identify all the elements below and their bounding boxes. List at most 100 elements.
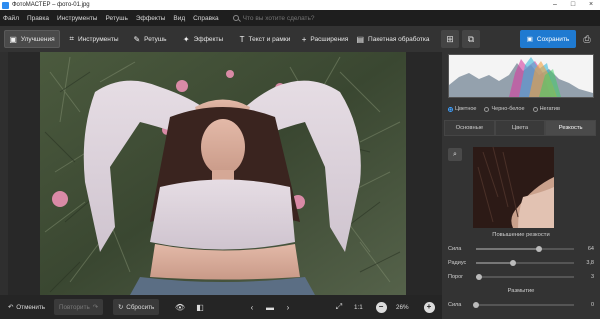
tab-text-frames[interactable]: T Текст и рамки: [234, 30, 296, 48]
print-button[interactable]: ⎙: [580, 30, 594, 48]
redo-button[interactable]: Повторить ↷: [54, 299, 104, 315]
left-collapse-strip[interactable]: [0, 52, 8, 295]
zoom-in-button[interactable]: +: [421, 299, 437, 315]
menu-tools[interactable]: Инструменты: [57, 15, 98, 22]
tab-colors[interactable]: Цвета: [494, 120, 546, 136]
fit-to-screen-button[interactable]: ⤢: [331, 299, 347, 315]
reset-button[interactable]: ↻ Сбросить: [113, 299, 160, 315]
redo-icon: ↷: [92, 303, 99, 311]
radio-dot: [484, 106, 490, 112]
slider-track[interactable]: [473, 302, 574, 308]
slider-track[interactable]: [476, 246, 574, 252]
slider-knob[interactable]: [473, 302, 479, 308]
add-photo-button[interactable]: ⊞: [441, 30, 459, 48]
color-mode-group: Цветное Черно-белое Негатив: [448, 104, 594, 114]
zoom-level-label: 26%: [396, 303, 409, 311]
radio-dot: [532, 106, 538, 112]
undo-button[interactable]: ↶ Отменить: [8, 299, 45, 315]
tab-label: Расширения: [310, 35, 349, 43]
print-icon: ⎙: [583, 33, 591, 44]
tab-sharpness[interactable]: Резкость: [545, 120, 597, 136]
tab-extensions[interactable]: + Расширения: [300, 30, 350, 48]
fit-screen-icon: ⤢: [335, 302, 343, 311]
compare-button[interactable]: ⧉: [462, 30, 480, 48]
batch-icon: ▤: [356, 34, 365, 44]
radio-negative[interactable]: Негатив: [532, 106, 560, 112]
undo-label: Отменить: [16, 303, 46, 311]
tab-enhancements[interactable]: ▣ Улучшения: [4, 30, 60, 48]
radio-color[interactable]: Цветное: [448, 106, 476, 112]
preview-toggle-button[interactable]: 👁: [172, 299, 188, 315]
enhance-icon: ▣: [9, 34, 17, 44]
reset-label: Сбросить: [126, 303, 155, 311]
slider-label: Сила: [448, 246, 462, 252]
tab-batch[interactable]: ▤ Пакетная обработка: [356, 30, 430, 48]
slider-sharpen-radius[interactable]: Радиус 3,8: [448, 258, 594, 268]
open-folder-button[interactable]: ▬: [262, 299, 278, 315]
app-logo-icon: [2, 1, 9, 9]
search-icon: [232, 15, 239, 21]
maximize-icon[interactable]: □: [564, 0, 582, 10]
search-box[interactable]: [232, 14, 363, 22]
radio-bw[interactable]: Черно-белое: [484, 106, 525, 112]
tab-basic[interactable]: Основные: [444, 120, 495, 136]
prev-photo-button[interactable]: ‹: [244, 299, 260, 315]
sharpen-section-title: Повышение резкости: [492, 232, 550, 238]
menu-effects[interactable]: Эффекты: [136, 15, 166, 22]
menu-retouch[interactable]: Ретушь: [105, 15, 127, 22]
magic-wand-icon: ✦: [182, 34, 190, 44]
radio-label: Негатив: [539, 106, 560, 112]
menu-bar: Файл Правка Инструменты Ретушь Эффекты В…: [0, 10, 600, 26]
tab-retouch[interactable]: ✎ Ретушь: [128, 30, 172, 48]
slider-track[interactable]: [475, 274, 574, 280]
close-icon[interactable]: ×: [582, 0, 600, 10]
minimize-icon[interactable]: –: [546, 0, 564, 10]
main-toolbar: ▣ Улучшения ⌗ Инструменты ✎ Ретушь ✦ Эфф…: [0, 26, 600, 52]
canvas-area: [0, 52, 442, 295]
slider-label: Радиус: [448, 260, 467, 266]
adjustments-panel: Цветное Черно-белое Негатив Основные Цве…: [442, 52, 600, 319]
photo-canvas[interactable]: [40, 52, 406, 295]
slider-knob[interactable]: [535, 246, 542, 252]
folder-icon: ▬: [266, 302, 274, 312]
tab-label: Текст и рамки: [248, 35, 291, 43]
histogram: [448, 54, 594, 98]
compare-icon: ⧉: [467, 33, 475, 44]
slider-knob[interactable]: [510, 260, 517, 266]
slider-sharpen-strength[interactable]: Сила 64: [448, 244, 594, 254]
tab-effects[interactable]: ✦ Эффекты: [178, 30, 228, 48]
slider-track[interactable]: [476, 260, 574, 266]
radio-label: Цветное: [455, 106, 477, 112]
zoom-out-button[interactable]: −: [373, 299, 389, 315]
slider-blur-strength[interactable]: Сила 0: [448, 300, 594, 310]
reset-icon: ↻: [118, 303, 124, 311]
menu-edit[interactable]: Правка: [27, 15, 49, 22]
crop-icon: ⌗: [69, 34, 74, 43]
chevron-right-icon: ›: [286, 302, 290, 312]
menu-file[interactable]: Файл: [3, 15, 19, 22]
slider-fill: [476, 248, 539, 250]
add-image-icon: ⊞: [446, 33, 454, 44]
blur-section-title: Размытие: [507, 288, 535, 294]
histogram-graph: [449, 57, 593, 97]
search-input[interactable]: [242, 14, 363, 22]
slider-value: 0: [590, 302, 594, 308]
eye-icon: 👁: [174, 302, 186, 312]
actual-size-label: 1:1: [354, 303, 363, 311]
menu-help[interactable]: Справка: [193, 15, 219, 22]
tab-tools[interactable]: ⌗ Инструменты: [64, 30, 124, 48]
actual-size-button[interactable]: 1:1: [354, 299, 363, 315]
slider-knob[interactable]: [475, 274, 482, 280]
zoom-in-icon: +: [423, 301, 435, 313]
redo-label: Повторить: [59, 303, 90, 311]
split-view-button[interactable]: ◧: [192, 299, 208, 315]
slider-sharpen-threshold[interactable]: Порог 3: [448, 272, 594, 282]
chevron-left-icon: ‹: [250, 302, 254, 312]
menu-view[interactable]: Вид: [173, 15, 185, 22]
preview-zoom-button[interactable]: ⌕: [448, 148, 462, 161]
next-photo-button[interactable]: ›: [280, 299, 296, 315]
undo-icon: ↶: [8, 303, 14, 311]
slider-value: 64: [587, 246, 594, 252]
save-button[interactable]: ▣ Сохранить: [520, 30, 576, 48]
tab-label: Инструменты: [77, 35, 119, 43]
